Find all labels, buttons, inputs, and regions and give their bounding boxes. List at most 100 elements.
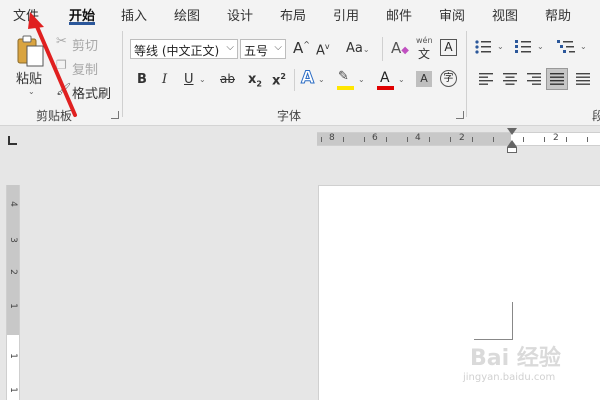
ruler-tick (429, 137, 430, 142)
clipboard-launcher-icon[interactable] (111, 111, 119, 119)
justify-icon (550, 73, 564, 85)
ruler-number: 2 (459, 133, 465, 143)
ruler-number: 1 (7, 303, 18, 309)
shrink-font-label: A (316, 43, 325, 59)
ruler-number: 2 (553, 133, 559, 143)
ruler-tick (407, 137, 408, 142)
superscript-mark: 2 (280, 72, 286, 81)
ruler-number: 1 (7, 387, 18, 393)
phonetic-guide-button[interactable]: 文 (418, 45, 430, 62)
paste-dropdown-arrow[interactable]: ⌄ (28, 87, 35, 96)
highlight-dropdown-arrow[interactable]: ⌄ (358, 75, 365, 84)
ruler-tick (566, 137, 567, 142)
ruler-tick (587, 137, 588, 142)
format-painter-button[interactable]: 格式刷 (72, 83, 111, 102)
grow-font-button[interactable]: A^ (293, 39, 310, 57)
tab-review[interactable]: 审阅 (439, 5, 465, 24)
font-color-dropdown-arrow[interactable]: ⌄ (398, 75, 405, 84)
clear-formatting-button[interactable]: A◆ (391, 39, 409, 57)
ruler-number: 8 (329, 133, 335, 143)
paragraph-group-label: 段 (592, 109, 600, 123)
tab-draw[interactable]: 绘图 (174, 5, 200, 24)
align-right-icon[interactable] (526, 72, 542, 86)
italic-button[interactable]: I (162, 72, 167, 87)
first-line-indent-marker[interactable] (507, 128, 517, 135)
font-name-combobox[interactable]: 等线 (中文正文) ⌵ (130, 39, 238, 59)
underline-button[interactable]: U (184, 72, 194, 87)
chevron-down-icon: ⌵ (274, 42, 282, 53)
subscript-button[interactable]: x2 (248, 72, 262, 89)
watermark-url: jingyan.baidu.com (463, 372, 556, 383)
subscript-mark: 2 (256, 79, 262, 89)
font-color-swatch (377, 86, 394, 90)
font-group-label: 字体 (277, 109, 302, 123)
ribbon-tab-bar: 文件 开始 插入 绘图 设计 布局 引用 邮件 审阅 视图 帮助 (0, 0, 600, 25)
align-center-icon[interactable] (502, 72, 518, 86)
ruler-tick (493, 137, 494, 142)
left-indent-marker[interactable] (507, 147, 517, 153)
ruler-top-margin (7, 185, 19, 335)
numbering-dropdown-arrow[interactable]: ⌄ (537, 42, 544, 51)
horizontal-ruler[interactable]: 8 6 4 2 2 (317, 132, 600, 146)
align-left-icon[interactable] (478, 72, 494, 86)
tab-file[interactable]: 文件 (13, 5, 39, 24)
ruler-number: 6 (372, 133, 378, 143)
tab-insert[interactable]: 插入 (121, 5, 147, 24)
bullets-icon[interactable] (474, 39, 496, 55)
change-case-button[interactable]: Aa⌄ (346, 41, 370, 56)
ruler-tick (343, 137, 344, 142)
cut-button[interactable]: 剪切 (72, 35, 98, 54)
tab-mailings[interactable]: 邮件 (386, 5, 412, 24)
margin-corner-mark (512, 302, 513, 340)
chevron-down-icon: ⌵ (226, 42, 234, 53)
superscript-button[interactable]: x2 (272, 72, 286, 88)
ruler-number: 2 (7, 269, 18, 275)
ruler-tick (544, 137, 545, 142)
ruler-number: 4 (7, 201, 18, 207)
change-case-label: Aa (346, 41, 363, 56)
shrink-font-button[interactable]: Av (316, 42, 330, 58)
justify-button[interactable] (546, 68, 568, 90)
character-shading-button[interactable]: A (416, 71, 432, 87)
numbering-icon[interactable] (514, 39, 536, 55)
hanging-indent-marker[interactable] (507, 140, 517, 147)
ruler-number: 1 (7, 353, 18, 359)
tab-references[interactable]: 引用 (333, 5, 359, 24)
ruler-left-margin (317, 133, 511, 145)
vertical-ruler[interactable]: 4 3 2 1 1 1 (6, 185, 20, 400)
scissors-icon: ✂ (56, 34, 67, 49)
bullets-dropdown-arrow[interactable]: ⌄ (497, 42, 504, 51)
multilevel-list-icon[interactable] (556, 39, 578, 55)
copy-button[interactable]: 复制 (72, 59, 98, 78)
distributed-align-icon[interactable] (575, 72, 593, 86)
group-separator (122, 31, 123, 117)
paste-label[interactable]: 粘贴 (16, 68, 42, 87)
character-border-button[interactable]: A (440, 39, 457, 56)
tab-design[interactable]: 设计 (227, 5, 253, 24)
multilevel-dropdown-arrow[interactable]: ⌄ (580, 42, 587, 51)
enclose-characters-button[interactable]: 字 (440, 70, 457, 87)
ruler-tick (364, 137, 365, 142)
tab-help[interactable]: 帮助 (545, 5, 571, 24)
strikethrough-button[interactable]: ab (220, 72, 235, 86)
text-effects-dropdown-arrow[interactable]: ⌄ (318, 75, 325, 84)
paste-button[interactable] (14, 33, 48, 69)
tab-stop-selector-icon[interactable] (8, 136, 17, 145)
bold-button[interactable]: B (137, 72, 147, 87)
font-color-button[interactable]: A (380, 70, 390, 86)
grow-font-label: A (293, 39, 304, 57)
font-size-combobox[interactable]: 五号 ⌵ (240, 39, 286, 59)
highlighter-icon[interactable]: ✎ (338, 69, 349, 84)
ruler-tick (523, 137, 524, 142)
tab-layout[interactable]: 布局 (280, 5, 306, 24)
tab-view[interactable]: 视图 (492, 5, 518, 24)
ruler-tick (472, 137, 473, 142)
format-painter-icon: 🖌 (56, 82, 72, 96)
text-effects-button[interactable]: A (300, 68, 314, 89)
ruler-tick (321, 137, 322, 142)
ruler-tick (450, 137, 451, 142)
font-launcher-icon[interactable] (456, 111, 464, 119)
ruler-tick (386, 137, 387, 142)
phonetic-guide-top: wén (416, 36, 433, 45)
underline-dropdown-arrow[interactable]: ⌄ (199, 75, 206, 84)
